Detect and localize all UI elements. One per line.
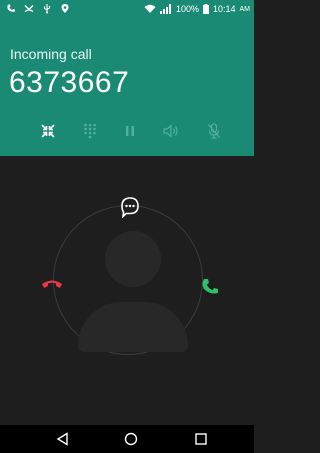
status-right: 100% 10:14 AM (144, 4, 250, 14)
decline-phone-icon (42, 280, 62, 288)
wifi-icon (144, 4, 156, 13)
dialpad-icon (84, 123, 96, 139)
missed-call-icon (24, 5, 34, 13)
reply-message-button[interactable] (119, 196, 141, 219)
call-status-label: Incoming call (10, 46, 92, 62)
avatar-head (105, 231, 161, 287)
speaker-icon (163, 124, 178, 138)
status-left-icons (6, 3, 70, 14)
call-header: 100% 10:14 AM Incoming call 6373667 (0, 0, 254, 156)
caller-number: 6373667 (9, 66, 130, 99)
speaker-button[interactable] (162, 122, 180, 140)
home-icon (124, 432, 138, 446)
status-bar: 100% 10:14 AM (0, 0, 254, 20)
answer-call-button[interactable] (200, 277, 220, 297)
decline-call-button[interactable] (40, 276, 64, 292)
home-button[interactable] (122, 430, 140, 448)
collapse-button[interactable] (39, 122, 57, 140)
battery-icon (202, 4, 209, 14)
recents-icon (195, 433, 207, 445)
answer-phone-icon (202, 279, 218, 294)
collapse-icon (41, 124, 55, 138)
clock-ampm: AM (239, 5, 251, 13)
recents-button[interactable] (192, 430, 210, 448)
clock: 10:14 (212, 4, 236, 14)
message-icon (121, 197, 139, 219)
location-icon (61, 4, 69, 13)
mic-off-icon (208, 123, 220, 139)
in-call-controls (0, 122, 254, 140)
pause-icon (126, 126, 134, 136)
navigation-bar (0, 425, 254, 453)
usb-icon (43, 4, 51, 14)
signal-icon (159, 4, 171, 14)
phone-icon (7, 4, 15, 12)
hold-button[interactable] (121, 122, 139, 140)
battery-percent: 100% (175, 4, 199, 14)
dialpad-button[interactable] (81, 122, 99, 140)
mute-button[interactable] (205, 122, 223, 140)
back-button[interactable] (54, 430, 72, 448)
back-icon (56, 432, 68, 446)
